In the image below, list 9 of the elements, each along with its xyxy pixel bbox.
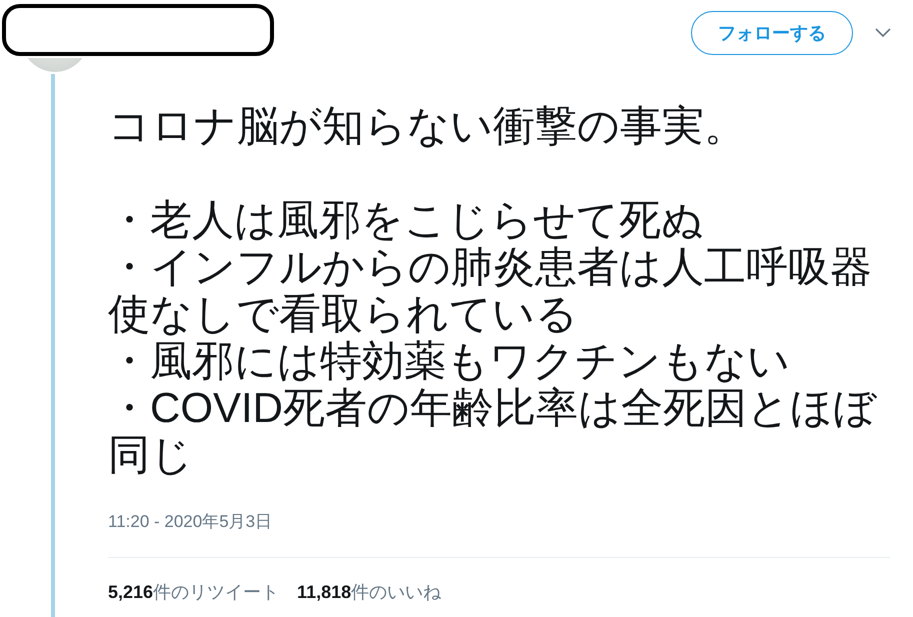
tweet-text: コロナ脳が知らない衝撃の事実。 bbox=[108, 102, 747, 149]
tweet-text: ・COVID死者の年齢比率は全死因とほぼ同じ bbox=[108, 384, 878, 478]
tweet-text: ・風邪には特効薬もワクチンもない bbox=[108, 337, 791, 384]
chevron-down-icon[interactable] bbox=[875, 28, 891, 38]
tweet-text: ・老人は風邪をこじらせて死ぬ bbox=[108, 196, 705, 243]
stat-count[interactable]: 11,818件のいいね bbox=[297, 580, 442, 604]
tweet-text: ・インフルからの肺炎患者は人工呼吸器使なしで看取られている bbox=[108, 243, 873, 337]
stat-count[interactable]: 5,216件のリツイート bbox=[108, 580, 280, 604]
timestamp[interactable]: 11:20 - 2020年5月3日 bbox=[108, 510, 893, 533]
